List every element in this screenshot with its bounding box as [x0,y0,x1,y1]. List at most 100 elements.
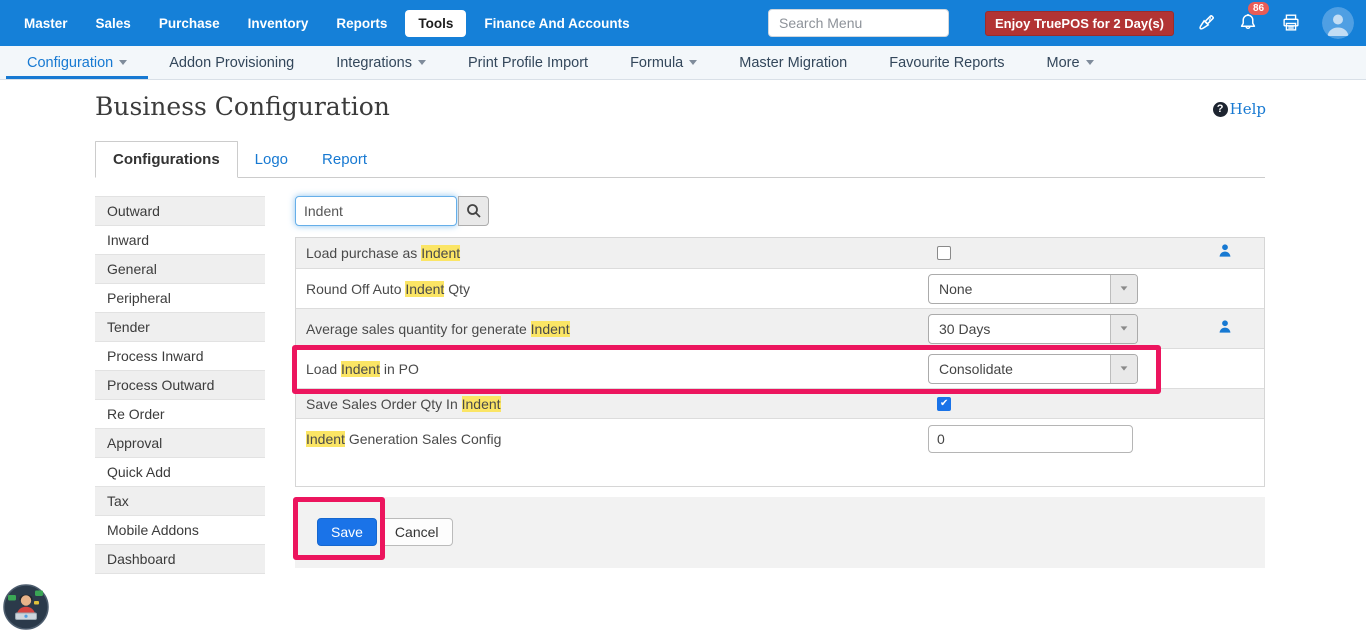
highlighted-term: Indent [405,281,444,297]
chevron-down-icon [418,60,426,65]
subnav-formula[interactable]: Formula [609,46,718,79]
setting-row-save-sales-order-qty: Save Sales Order Qty In Indent [296,389,1264,419]
printer-icon[interactable] [1279,11,1303,35]
chevron-down-icon [689,60,697,65]
subnav-addon-provisioning[interactable]: Addon Provisioning [148,46,315,79]
setting-row-average-sales-quantity: Average sales quantity for generate Inde… [296,309,1264,349]
subnav-label: Configuration [27,55,113,71]
indent-generation-sales-config-input[interactable] [928,425,1133,453]
sidebar-item-tax[interactable]: Tax [95,487,265,516]
average-sales-quantity-select[interactable]: 30 Days [928,314,1138,344]
menu-sales[interactable]: Sales [82,10,145,37]
search-button[interactable] [458,196,489,226]
label-text: Save Sales Order Qty In [306,396,462,412]
menu-reports[interactable]: Reports [322,10,401,37]
sidebar-item-dashboard[interactable]: Dashboard [95,545,265,574]
menu-master[interactable]: Master [10,10,82,37]
highlighted-term: Indent [421,245,460,261]
sidebar-item-tender[interactable]: Tender [95,313,265,342]
chevron-down-icon [1121,286,1128,290]
label-text: Load [306,361,341,377]
subnav-favourite-reports[interactable]: Favourite Reports [868,46,1025,79]
tab-bar: Configurations Logo Report [95,140,1265,178]
chevron-down-icon [1086,60,1094,65]
menu-inventory[interactable]: Inventory [234,10,323,37]
notifications-bell-icon[interactable]: 86 [1236,11,1260,35]
config-category-sidebar: Outward Inward General Peripheral Tender… [95,196,265,574]
sidebar-item-process-inward[interactable]: Process Inward [95,342,265,371]
setting-row-indent-generation-sales-config: Indent Generation Sales Config [296,419,1264,459]
business-configuration-page: Business Configuration ? Help Configurat… [0,80,1366,632]
select-dropdown-button[interactable] [1110,355,1137,383]
label-text: Load purchase as [306,245,421,261]
sidebar-item-re-order[interactable]: Re Order [95,400,265,429]
search-icon [466,203,482,219]
configuration-sub-navigation: Configuration Addon Provisioning Integra… [0,46,1366,80]
subnav-more[interactable]: More [1025,46,1114,79]
tab-configurations[interactable]: Configurations [95,141,238,178]
round-off-auto-indent-qty-select[interactable]: None [928,274,1138,304]
cancel-button[interactable]: Cancel [381,518,453,546]
setting-label: Average sales quantity for generate Inde… [296,321,570,337]
support-chat-widget[interactable] [3,584,49,630]
sidebar-item-peripheral[interactable]: Peripheral [95,284,265,313]
config-main-panel: Load purchase as Indent Round Off Auto I… [295,196,1265,568]
label-text: Generation Sales Config [345,431,501,447]
sidebar-item-outward[interactable]: Outward [95,197,265,226]
sidebar-item-quick-add[interactable]: Quick Add [95,458,265,487]
subnav-label: Integrations [336,55,412,71]
help-link[interactable]: ? Help [1213,100,1266,118]
label-text: in PO [380,361,419,377]
label-text: Round Off Auto [306,281,405,297]
trial-badge[interactable]: Enjoy TruePOS for 2 Day(s) [985,11,1174,36]
config-search-input[interactable] [295,196,457,226]
select-dropdown-button[interactable] [1110,315,1137,343]
sidebar-item-process-outward[interactable]: Process Outward [95,371,265,400]
help-icon: ? [1213,102,1228,117]
setting-row-round-off-auto-indent-qty: Round Off Auto Indent Qty None [296,269,1264,309]
sidebar-item-approval[interactable]: Approval [95,429,265,458]
menu-finance-and-accounts[interactable]: Finance And Accounts [470,10,643,37]
form-footer: Save Cancel [295,497,1265,568]
subnav-label: Favourite Reports [889,55,1004,71]
load-purchase-as-indent-checkbox[interactable] [937,246,951,260]
setting-label: Load purchase as Indent [296,245,460,261]
theme-brush-icon[interactable] [1193,11,1217,35]
user-level-setting-icon[interactable] [1218,319,1232,339]
user-avatar[interactable] [1322,7,1354,39]
sidebar-item-inward[interactable]: Inward [95,226,265,255]
highlighted-term: Indent [462,396,501,412]
highlighted-term: Indent [531,321,570,337]
tab-report[interactable]: Report [305,142,384,177]
notification-count-badge: 86 [1248,2,1269,15]
subnav-label: Print Profile Import [468,55,588,71]
sidebar-item-mobile-addons[interactable]: Mobile Addons [95,516,265,545]
subnav-print-profile-import[interactable]: Print Profile Import [447,46,609,79]
select-dropdown-button[interactable] [1110,275,1137,303]
settings-list: Load purchase as Indent Round Off Auto I… [295,237,1265,487]
menu-purchase[interactable]: Purchase [145,10,234,37]
search-menu-input[interactable] [768,9,949,37]
sidebar-item-general[interactable]: General [95,255,265,284]
user-level-setting-icon[interactable] [1218,243,1232,263]
setting-label: Indent Generation Sales Config [296,431,501,447]
help-label: Help [1230,100,1266,118]
top-navigation-bar: Master Sales Purchase Inventory Reports … [0,0,1366,46]
subnav-integrations[interactable]: Integrations [315,46,447,79]
subnav-configuration[interactable]: Configuration [6,46,148,79]
subnav-label: More [1046,55,1079,71]
save-sales-order-qty-checkbox[interactable] [937,397,951,411]
selected-value: 30 Days [929,315,1110,343]
tab-logo[interactable]: Logo [238,142,305,177]
label-text: Average sales quantity for generate [306,321,531,337]
chevron-down-icon [1121,366,1128,370]
subnav-label: Master Migration [739,55,847,71]
save-button[interactable]: Save [317,518,377,546]
menu-tools[interactable]: Tools [405,10,466,37]
load-indent-in-po-select[interactable]: Consolidate [928,354,1138,384]
setting-label: Load Indent in PO [296,361,419,377]
subnav-master-migration[interactable]: Master Migration [718,46,868,79]
setting-label: Save Sales Order Qty In Indent [296,396,501,412]
label-text: Qty [444,281,470,297]
chevron-down-icon [119,60,127,65]
